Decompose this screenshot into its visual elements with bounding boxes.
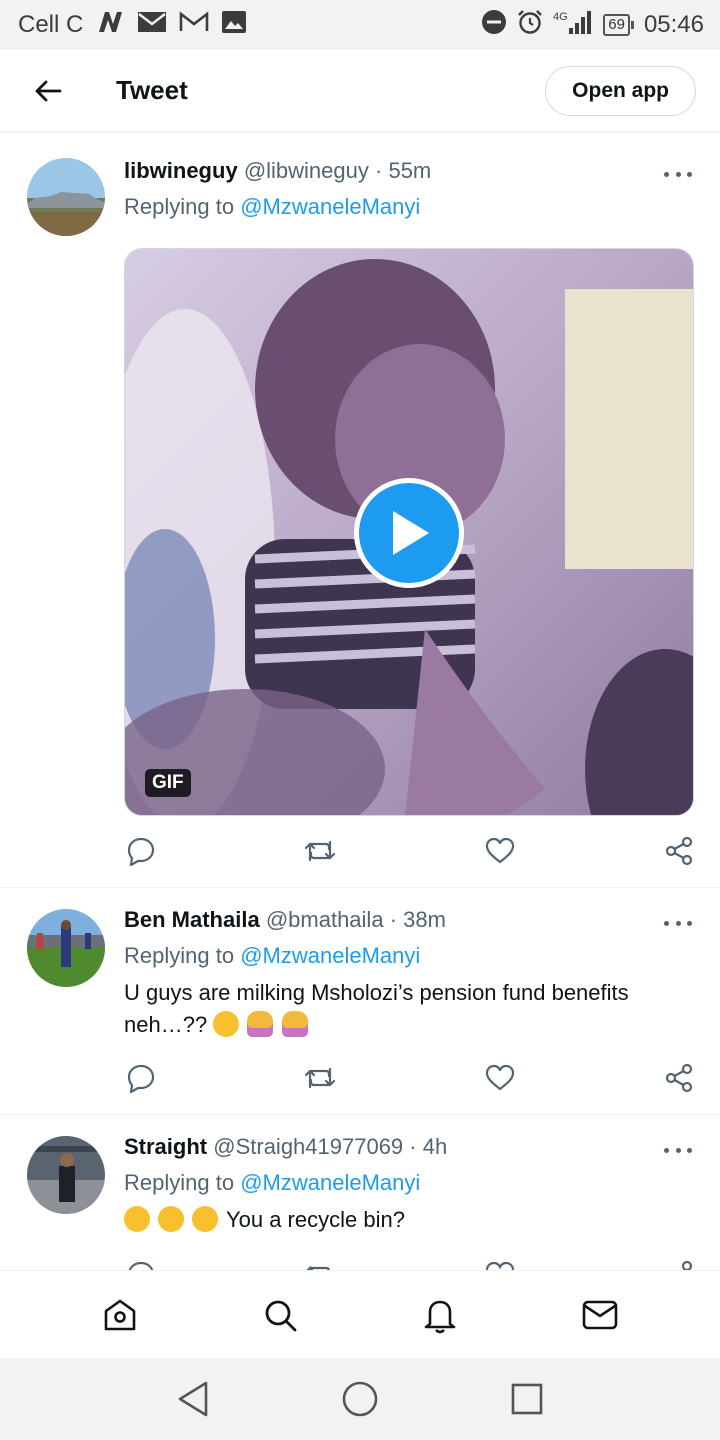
- meta-separator: ·: [409, 1134, 417, 1159]
- more-options-icon[interactable]: [664, 913, 692, 933]
- bottom-navigation: [0, 1270, 720, 1358]
- battery-level: 69: [603, 14, 630, 36]
- person-facepalming-emoji: [247, 1011, 274, 1037]
- back-arrow-icon[interactable]: [20, 63, 76, 119]
- avatar[interactable]: [27, 1136, 105, 1214]
- tweet-text: U guys are milking Msholozi’s pension fu…: [124, 977, 696, 1041]
- tweet-text-body: You a recycle bin?: [225, 1207, 405, 1232]
- meta-separator: ·: [375, 158, 383, 183]
- reply-icon[interactable]: [124, 1258, 158, 1270]
- author-handle[interactable]: @Straigh41977069: [213, 1134, 403, 1159]
- messages-icon[interactable]: [575, 1290, 625, 1340]
- author-name[interactable]: libwineguy: [124, 158, 238, 183]
- clock: 05:46: [643, 11, 704, 38]
- rolling-laughing-emoji: [192, 1206, 219, 1232]
- like-icon[interactable]: [483, 1258, 517, 1270]
- tweet-text-body: U guys are milking Msholozi’s pension fu…: [124, 980, 629, 1037]
- tweet-meta: Ben Mathaila @bmathaila · 38m: [124, 905, 696, 935]
- battery-icon: 69: [603, 14, 634, 36]
- replying-to: Replying to @MzwaneleManyi: [124, 1168, 696, 1198]
- image-icon: [221, 10, 247, 41]
- avatar[interactable]: [27, 909, 105, 987]
- alarm-icon: [517, 9, 543, 42]
- share-icon[interactable]: [662, 834, 696, 868]
- status-bar: Cell C 4G 69 05:46: [0, 0, 720, 50]
- share-icon[interactable]: [662, 1061, 696, 1095]
- tweet-text: You a recycle bin?: [124, 1204, 696, 1236]
- gif-media[interactable]: GIF: [124, 248, 694, 816]
- winking-tongue-emoji: [213, 1011, 240, 1037]
- tweet-time[interactable]: 55m: [388, 158, 431, 183]
- replying-prefix: Replying to: [124, 1170, 235, 1195]
- tweet-meta: libwineguy @libwineguy · 55m: [124, 156, 696, 186]
- rolling-laughing-emoji: [158, 1206, 185, 1232]
- tweet-meta: Straight @Straigh41977069 · 4h: [124, 1132, 696, 1162]
- home-circle-icon[interactable]: [335, 1374, 385, 1424]
- replying-prefix: Replying to: [124, 194, 235, 219]
- search-icon[interactable]: [255, 1290, 305, 1340]
- author-name[interactable]: Ben Mathaila: [124, 907, 260, 932]
- retweet-icon[interactable]: [303, 1061, 337, 1095]
- play-button[interactable]: [354, 478, 464, 588]
- mail-icon: [137, 11, 167, 40]
- tweet-time[interactable]: 38m: [403, 907, 446, 932]
- home-icon[interactable]: [95, 1290, 145, 1340]
- rolling-laughing-emoji: [124, 1206, 150, 1232]
- replying-prefix: Replying to: [124, 943, 235, 968]
- author-name[interactable]: Straight: [124, 1134, 207, 1159]
- n-app-icon: [95, 10, 125, 41]
- more-options-icon[interactable]: [664, 164, 692, 184]
- tweet[interactable]: Straight @Straigh41977069 · 4h Replying …: [0, 1116, 720, 1270]
- replying-to-link[interactable]: @MzwaneleManyi: [240, 194, 420, 219]
- tweet-actions: [124, 834, 696, 868]
- network-type-label: 4G: [553, 11, 568, 23]
- open-app-button[interactable]: Open app: [545, 65, 696, 116]
- recents-square-icon[interactable]: [502, 1374, 552, 1424]
- reply-icon[interactable]: [124, 1061, 158, 1095]
- retweet-icon[interactable]: [303, 834, 337, 868]
- replying-to-link[interactable]: @MzwaneleManyi: [240, 1170, 420, 1195]
- tweet[interactable]: Ben Mathaila @bmathaila · 38m Replying t…: [0, 889, 720, 1115]
- meta-separator: ·: [389, 907, 398, 932]
- person-facepalming-emoji: [281, 1011, 308, 1037]
- retweet-icon[interactable]: [303, 1258, 337, 1270]
- replying-to-link[interactable]: @MzwaneleManyi: [240, 943, 420, 968]
- tweet-time[interactable]: 4h: [423, 1134, 447, 1159]
- app-header: Tweet Open app: [0, 50, 720, 132]
- author-handle[interactable]: @bmathaila: [266, 907, 384, 932]
- tweet-actions: [124, 1061, 696, 1095]
- replying-to: Replying to @MzwaneleManyi: [124, 941, 696, 971]
- reply-icon[interactable]: [124, 834, 158, 868]
- back-triangle-icon[interactable]: [168, 1374, 218, 1424]
- page-title: Tweet: [116, 75, 188, 105]
- replying-to: Replying to @MzwaneleManyi: [124, 192, 696, 222]
- tweet[interactable]: libwineguy @libwineguy · 55m Replying to…: [0, 140, 720, 888]
- signal-icon: 4G: [553, 9, 593, 42]
- avatar[interactable]: [27, 158, 105, 236]
- carrier-label: Cell C: [18, 11, 84, 38]
- dnd-icon: [481, 9, 507, 42]
- gif-badge: GIF: [145, 769, 191, 797]
- gmail-icon: [179, 10, 209, 40]
- author-handle[interactable]: @libwineguy: [244, 158, 369, 183]
- like-icon[interactable]: [483, 834, 517, 868]
- notifications-icon[interactable]: [415, 1290, 465, 1340]
- like-icon[interactable]: [483, 1061, 517, 1095]
- more-options-icon[interactable]: [664, 1140, 692, 1160]
- tweet-actions: [124, 1258, 696, 1270]
- system-navigation: [0, 1358, 720, 1440]
- share-icon[interactable]: [662, 1258, 696, 1270]
